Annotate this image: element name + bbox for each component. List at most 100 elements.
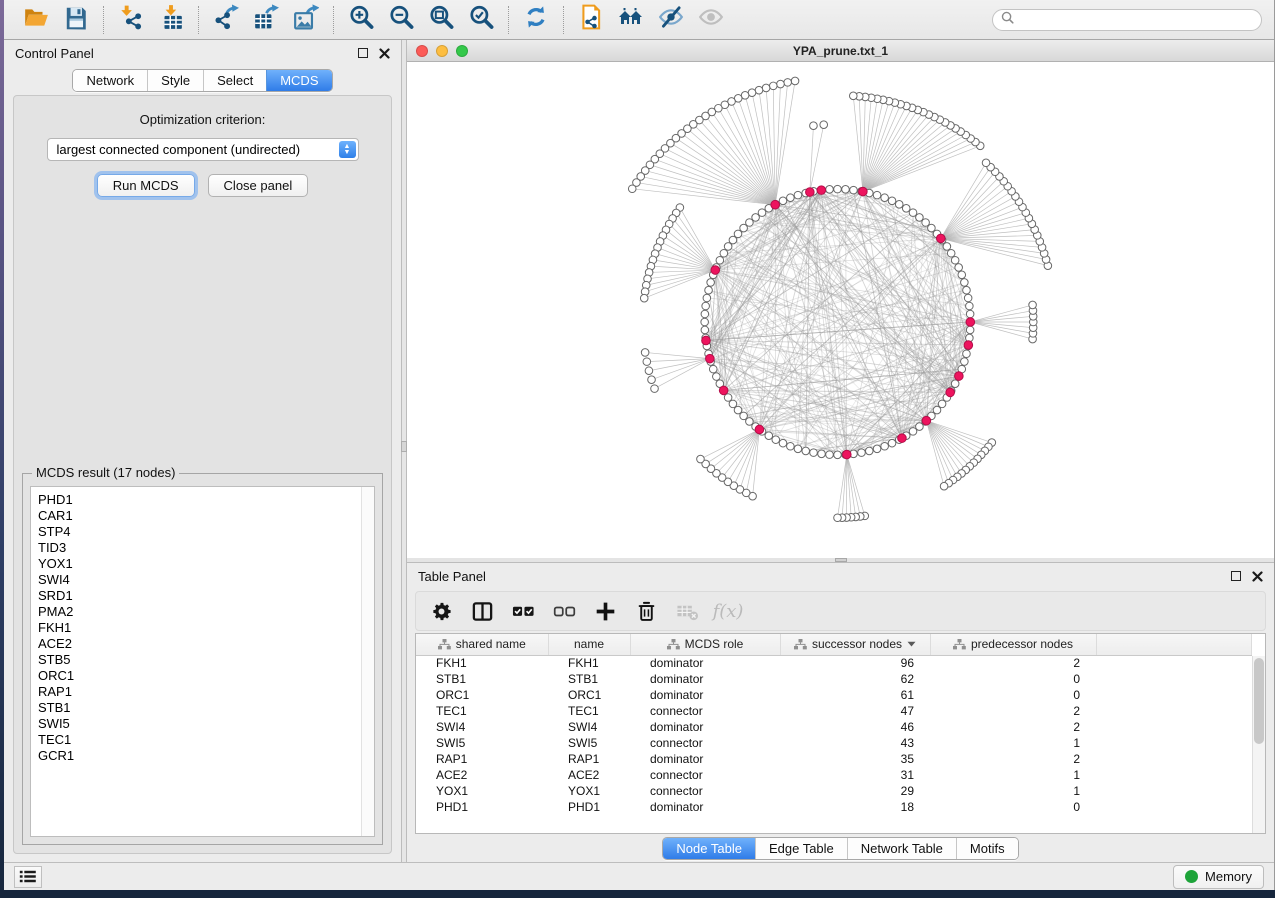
graph-node[interactable] <box>651 385 659 393</box>
cell-MCDS-role[interactable]: connector <box>630 735 780 751</box>
select-all-button[interactable] <box>510 598 536 624</box>
column-header-name[interactable]: name <box>548 634 630 655</box>
maximize-window-icon[interactable] <box>456 45 468 57</box>
graph-node[interactable] <box>982 159 990 167</box>
graph-node[interactable] <box>784 79 792 87</box>
mcds-result-list[interactable]: PHD1CAR1STP4TID3YOX1SWI4SRD1PMA2FKH1ACE2… <box>30 486 375 837</box>
table-scrollbar-thumb[interactable] <box>1254 658 1264 744</box>
graph-node[interactable] <box>955 264 963 272</box>
cell-predecessor-nodes[interactable]: 0 <box>930 687 1096 703</box>
mcds-result-item[interactable]: SRD1 <box>38 588 360 604</box>
mcds-result-item[interactable]: PMA2 <box>38 604 360 620</box>
graph-node[interactable] <box>810 449 818 457</box>
tab-style[interactable]: Style <box>147 70 203 91</box>
column-header-successor-nodes[interactable]: successor nodes <box>780 634 930 655</box>
tab-motifs[interactable]: Motifs <box>956 838 1018 859</box>
graph-node[interactable] <box>966 310 974 318</box>
graph-node[interactable] <box>881 194 889 202</box>
cell-successor-nodes[interactable]: 62 <box>780 671 930 687</box>
cell-MCDS-role[interactable]: dominator <box>630 655 780 671</box>
close-window-icon[interactable] <box>416 45 428 57</box>
cell-MCDS-role[interactable]: connector <box>630 767 780 783</box>
cell-shared-name[interactable]: ORC1 <box>416 687 548 703</box>
cell-successor-nodes[interactable]: 43 <box>780 735 930 751</box>
graph-node[interactable] <box>820 121 828 129</box>
graph-mcds-hub-node[interactable] <box>922 416 931 425</box>
float-panel-icon[interactable] <box>358 48 368 58</box>
deselect-all-button[interactable] <box>551 598 577 624</box>
graph-node[interactable] <box>697 455 705 463</box>
mcds-result-item[interactable]: STB5 <box>38 652 360 668</box>
graph-node[interactable] <box>758 209 766 217</box>
zoom-fit-button[interactable] <box>421 4 461 36</box>
table-scrollbar[interactable] <box>1252 656 1265 833</box>
graph-mcds-hub-node[interactable] <box>898 434 907 443</box>
graph-node[interactable] <box>961 358 969 366</box>
apply-layout-button[interactable] <box>516 4 556 36</box>
graph-node[interactable] <box>902 205 910 213</box>
cell-predecessor-nodes[interactable]: 2 <box>930 751 1096 767</box>
cell-shared-name[interactable]: YOX1 <box>416 783 548 799</box>
graph-node[interactable] <box>765 432 773 440</box>
cell-name[interactable]: ACE2 <box>548 767 630 783</box>
import-table-button[interactable] <box>151 4 191 36</box>
cell-predecessor-nodes[interactable]: 2 <box>930 719 1096 735</box>
cell-name[interactable]: PHD1 <box>548 799 630 815</box>
cell-shared-name[interactable]: RAP1 <box>416 751 548 767</box>
table-row[interactable]: RAP1RAP1dominator352 <box>416 751 1252 767</box>
mcds-list-scrollbar[interactable] <box>361 487 374 836</box>
task-history-button[interactable] <box>14 866 42 888</box>
graph-node[interactable] <box>640 294 648 302</box>
graph-node[interactable] <box>849 92 857 100</box>
graph-node[interactable] <box>1029 301 1037 309</box>
cell-shared-name[interactable]: STB1 <box>416 671 548 687</box>
graph-node[interactable] <box>834 514 842 522</box>
horizontal-splitter-handle[interactable] <box>835 558 847 562</box>
cell-MCDS-role[interactable]: dominator <box>630 799 780 815</box>
graph-node[interactable] <box>645 367 653 375</box>
network-canvas[interactable] <box>407 62 1274 558</box>
graph-node[interactable] <box>826 451 834 459</box>
graph-mcds-hub-node[interactable] <box>946 388 955 397</box>
graph-mcds-hub-node[interactable] <box>755 425 764 434</box>
network-graph[interactable] <box>407 62 1274 558</box>
cell-name[interactable]: TEC1 <box>548 703 630 719</box>
mcds-result-item[interactable]: ORC1 <box>38 668 360 684</box>
graph-node[interactable] <box>888 439 896 447</box>
cell-MCDS-role[interactable]: dominator <box>630 671 780 687</box>
cell-predecessor-nodes[interactable]: 2 <box>930 655 1096 671</box>
table-row[interactable]: ORC1ORC1dominator610 <box>416 687 1252 703</box>
import-network-button[interactable] <box>111 4 151 36</box>
export-table-button[interactable] <box>246 4 286 36</box>
cell-name[interactable]: RAP1 <box>548 751 630 767</box>
cell-shared-name[interactable]: FKH1 <box>416 655 548 671</box>
graph-node[interactable] <box>818 450 826 458</box>
graph-mcds-hub-node[interactable] <box>771 200 780 209</box>
graph-node[interactable] <box>729 236 737 244</box>
graph-node[interactable] <box>951 256 959 264</box>
horizontal-splitter[interactable] <box>407 558 1274 563</box>
cell-shared-name[interactable]: SWI4 <box>416 719 548 735</box>
mcds-result-item[interactable]: GCR1 <box>38 748 360 764</box>
tab-network[interactable]: Network <box>73 70 147 91</box>
delete-column-button[interactable] <box>633 598 659 624</box>
export-network-button[interactable] <box>206 4 246 36</box>
graph-node[interactable] <box>779 439 787 447</box>
graph-node[interactable] <box>794 191 802 199</box>
graph-node[interactable] <box>963 286 971 294</box>
graph-node[interactable] <box>961 279 969 287</box>
cell-MCDS-role[interactable]: connector <box>630 783 780 799</box>
mcds-result-item[interactable]: RAP1 <box>38 684 360 700</box>
hide-selected-button[interactable] <box>651 4 691 36</box>
graph-node[interactable] <box>966 326 974 334</box>
cell-name[interactable]: YOX1 <box>548 783 630 799</box>
graph-node[interactable] <box>772 436 780 444</box>
cell-predecessor-nodes[interactable]: 0 <box>930 799 1096 815</box>
table-row[interactable]: YOX1YOX1connector291 <box>416 783 1252 799</box>
graph-node[interactable] <box>940 482 948 490</box>
graph-node[interactable] <box>842 186 850 194</box>
graph-node[interactable] <box>834 451 842 459</box>
graph-node[interactable] <box>810 122 818 130</box>
graph-node[interactable] <box>746 219 754 227</box>
graph-node[interactable] <box>762 84 770 92</box>
